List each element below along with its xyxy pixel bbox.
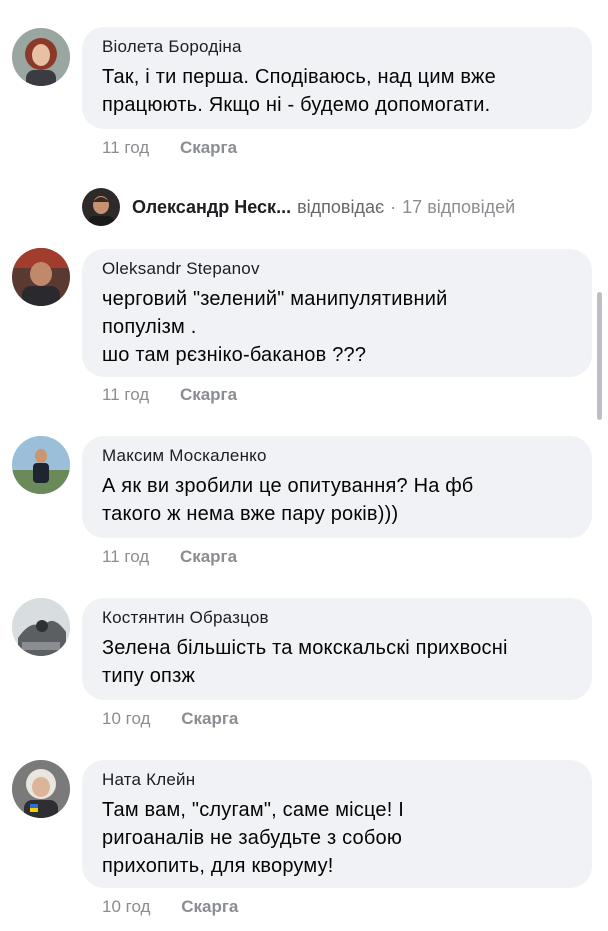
- report-button[interactable]: Скарга: [180, 385, 237, 404]
- comment-author[interactable]: Ната Клейн: [102, 770, 572, 790]
- comment-line: черговий "зелений" манипулятивний: [102, 288, 448, 310]
- reply-author[interactable]: Олександр Неск...: [132, 197, 291, 218]
- comment-text: А як ви зробили це опитування? На фб так…: [102, 472, 572, 528]
- comment-line: такого ж нема вже пару років))): [102, 503, 399, 525]
- comment-line: ригоаналів не забудьте з собою: [102, 827, 403, 849]
- report-button[interactable]: Скарга: [180, 138, 237, 157]
- report-button[interactable]: Скарга: [181, 897, 238, 916]
- comment-meta: 11 год Скарга: [102, 547, 237, 567]
- comment-author[interactable]: Костянтин Образцов: [102, 608, 572, 628]
- comment-author[interactable]: Максим Москаленко: [102, 446, 572, 466]
- comment-meta: 10 год Скарга: [102, 709, 238, 729]
- comment-text: черговий "зелений" манипулятивний популі…: [102, 285, 572, 369]
- avatar[interactable]: [12, 760, 70, 818]
- comment-text: Там вам, "слугам", саме місце! І ригоана…: [102, 796, 572, 880]
- comment-meta: 10 год Скарга: [102, 897, 238, 917]
- reply-avatar: [82, 188, 120, 226]
- comment-bubble: Костянтин Образцов Зелена більшість та м…: [82, 598, 592, 700]
- comment-time[interactable]: 10 год: [102, 709, 150, 728]
- comment-bubble: Віолета Бородіна Так, і ти перша. Сподів…: [82, 27, 592, 129]
- comment-line: шо там рєзніко-баканов ???: [102, 344, 367, 366]
- comment-line: популізм .: [102, 316, 197, 338]
- comment-meta: 11 год Скарга: [102, 138, 237, 158]
- avatar[interactable]: [12, 248, 70, 306]
- comment-line: Там вам, "слугам", саме місце! І: [102, 799, 405, 821]
- comment-bubble: Oleksandr Stepanov черговий "зелений" ма…: [82, 249, 592, 377]
- reply-count[interactable]: 17 відповідей: [402, 197, 515, 218]
- avatar[interactable]: [12, 436, 70, 494]
- comment-author[interactable]: Oleksandr Stepanov: [102, 259, 572, 279]
- comment-time[interactable]: 11 год: [102, 547, 149, 566]
- comment-time[interactable]: 11 год: [102, 385, 149, 404]
- reply-separator: ·: [390, 196, 397, 217]
- comment-bubble: Ната Клейн Там вам, "слугам", саме місце…: [82, 760, 592, 888]
- comment-line: А як ви зробили це опитування? На фб: [102, 475, 474, 497]
- report-button[interactable]: Скарга: [181, 709, 238, 728]
- comment-line: Зелена більшість та мокскальскі прихвосн…: [102, 637, 508, 659]
- comment-bubble: Максим Москаленко А як ви зробили це опи…: [82, 436, 592, 538]
- comment-text: Зелена більшість та мокскальскі прихвосн…: [102, 634, 572, 690]
- comment-text: Так, і ти перша. Сподіваюсь, над цим вже…: [102, 63, 572, 119]
- report-button[interactable]: Скарга: [180, 547, 237, 566]
- comment-line: типу опзж: [102, 665, 196, 687]
- comment-time[interactable]: 11 год: [102, 138, 149, 157]
- comment-line: Так, і ти перша. Сподіваюсь, над цим вже: [102, 66, 496, 88]
- avatar[interactable]: [12, 598, 70, 656]
- comment-time[interactable]: 10 год: [102, 897, 150, 916]
- avatar[interactable]: [12, 28, 70, 86]
- reply-action: відповідає: [297, 196, 385, 217]
- comment-line: прихопить, для кворуму!: [102, 855, 334, 877]
- comment-meta: 11 год Скарга: [102, 385, 237, 405]
- comment-author[interactable]: Віолета Бородіна: [102, 37, 572, 57]
- comment-line: працюють. Якщо ні - будемо допомогати.: [102, 94, 491, 116]
- scrollbar[interactable]: [597, 292, 602, 420]
- view-replies-link[interactable]: Олександр Неск... відповідає · 17 відпов…: [82, 187, 515, 227]
